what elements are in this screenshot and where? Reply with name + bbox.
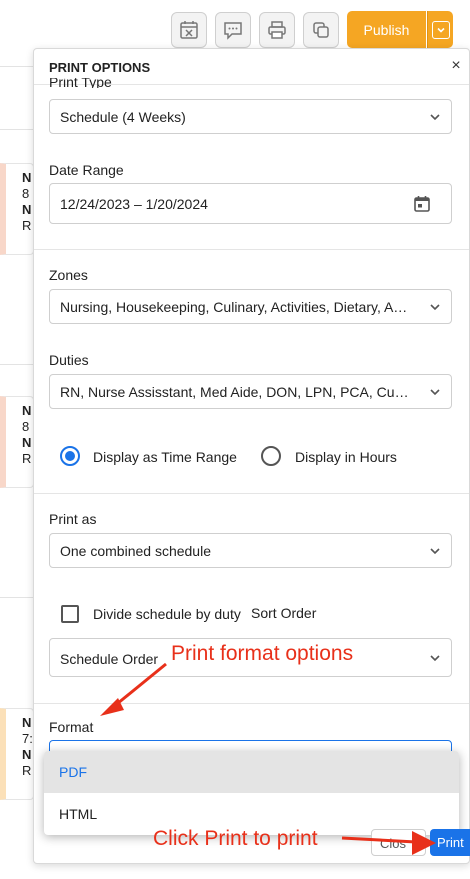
card-text: N — [22, 715, 32, 730]
card-text: R — [22, 763, 32, 778]
display-time-range-label[interactable]: Display as Time Range — [93, 449, 237, 465]
background-divider — [0, 129, 34, 130]
shift-card[interactable]: N 7: N R — [0, 708, 34, 800]
publish-menu-button[interactable] — [427, 11, 453, 48]
chevron-down-icon — [431, 20, 450, 39]
calendar-icon[interactable] — [413, 195, 431, 213]
card-text: R — [22, 451, 32, 466]
duties-label: Duties — [49, 352, 89, 368]
divide-by-duty-label[interactable]: Divide schedule by duty — [93, 606, 241, 622]
display-hours-radio[interactable] — [261, 446, 281, 466]
duties-select[interactable]: RN, Nurse Assisstant, Med Aide, DON, LPN… — [49, 374, 452, 409]
card-text: N — [22, 202, 32, 217]
print-as-select[interactable]: One combined schedule — [49, 533, 452, 568]
zones-label: Zones — [49, 267, 88, 283]
duties-value: RN, Nurse Assisstant, Med Aide, DON, LPN… — [60, 384, 432, 400]
shift-card[interactable]: N 8 N R — [0, 163, 34, 255]
annotation-arrow-icon — [341, 831, 436, 855]
format-annotation: Print format options — [171, 642, 354, 665]
card-text: N — [22, 170, 32, 185]
publish-button[interactable]: Publish — [347, 11, 426, 48]
chevron-down-icon — [430, 548, 440, 555]
display-hours-label[interactable]: Display in Hours — [295, 449, 397, 465]
print-type-label-text: Print Type — [49, 78, 112, 88]
date-range-value: 12/24/2023 – 1/20/2024 — [60, 196, 208, 212]
app-root: Publish N 8 N R N 8 N R N 7: N R PRINT O… — [0, 0, 470, 879]
chevron-down-icon — [430, 114, 440, 121]
card-text: 8 — [22, 186, 30, 201]
section-divider — [34, 249, 469, 250]
print-as-label: Print as — [49, 511, 97, 527]
display-time-range-radio[interactable] — [60, 446, 80, 466]
chat-icon — [224, 22, 242, 40]
copy-icon — [313, 22, 329, 38]
calendar-x-icon — [180, 21, 198, 39]
card-text: 7: — [22, 731, 33, 746]
message-button[interactable] — [215, 12, 251, 48]
print-annotation: Click Print to print — [153, 827, 318, 850]
sort-order-label: Sort Order — [251, 605, 317, 621]
chevron-down-icon — [430, 304, 440, 311]
print-type-select[interactable]: Schedule (4 Weeks) — [49, 99, 452, 134]
modal-title: PRINT OPTIONS — [49, 60, 151, 75]
card-text: N — [22, 403, 32, 418]
card-text: N — [22, 435, 32, 450]
annotation-arrow-icon — [100, 662, 167, 716]
card-text: N — [22, 747, 32, 762]
chevron-down-icon — [430, 389, 440, 396]
print-as-value: One combined schedule — [60, 543, 211, 559]
section-divider — [34, 493, 469, 494]
print-type-value: Schedule (4 Weeks) — [60, 109, 186, 125]
card-text: R — [22, 218, 32, 233]
delete-schedule-button[interactable] — [171, 12, 207, 48]
format-dropdown-menu: PDF HTML — [44, 751, 459, 835]
background-divider — [0, 66, 34, 67]
zones-select[interactable]: Nursing, Housekeeping, Culinary, Activit… — [49, 289, 452, 324]
card-text: 8 — [22, 419, 30, 434]
print-type-label: Print Type — [49, 78, 112, 88]
format-option-pdf[interactable]: PDF — [44, 751, 459, 793]
chevron-down-icon — [430, 655, 440, 662]
copy-button[interactable] — [303, 12, 339, 48]
date-range-input[interactable]: 12/24/2023 – 1/20/2024 — [49, 183, 452, 224]
background-divider — [0, 597, 34, 598]
format-label: Format — [49, 719, 94, 735]
print-options-modal: PRINT OPTIONS × Print Type Schedule (4 W… — [33, 48, 470, 864]
printer-icon — [268, 21, 286, 39]
date-range-label: Date Range — [49, 162, 124, 178]
background-divider — [0, 364, 34, 365]
print-toolbar-button[interactable] — [259, 12, 295, 48]
zones-value: Nursing, Housekeeping, Culinary, Activit… — [60, 299, 413, 315]
shift-card[interactable]: N 8 N R — [0, 396, 34, 488]
close-icon[interactable]: × — [447, 57, 465, 75]
divide-by-duty-checkbox[interactable] — [61, 605, 79, 623]
